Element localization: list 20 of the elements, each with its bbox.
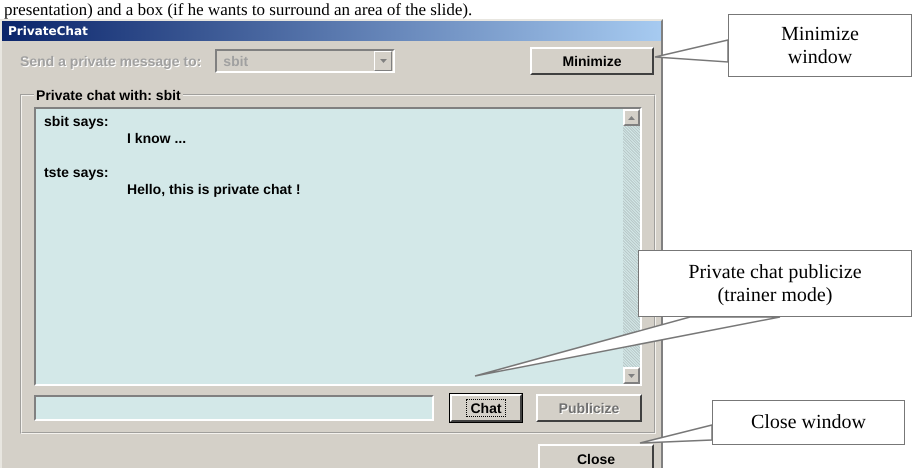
message-text: I know ...: [126, 130, 186, 147]
message-input[interactable]: [34, 395, 434, 421]
message-sender: sbit says:: [44, 113, 110, 130]
group-title: Private chat with: sbit: [35, 87, 182, 103]
message-sender: tste says:: [44, 164, 110, 181]
scroll-down-button[interactable]: [623, 367, 640, 384]
down-arrow-icon: [628, 374, 635, 378]
chat-button[interactable]: Chat: [450, 394, 522, 422]
message-text: Hello, this is private chat !: [126, 181, 300, 198]
scrollbar[interactable]: [623, 109, 640, 384]
document-text: presentation) and a box (if he wants to surround an area of the slide).: [3, 0, 472, 19]
minimize-button[interactable]: Minimize: [530, 47, 654, 75]
callout-note: Close window: [712, 400, 905, 445]
down-arrow-icon: [380, 59, 387, 63]
scroll-up-button[interactable]: [623, 109, 640, 126]
up-arrow-icon: [628, 116, 635, 120]
callout-note: Private chat publicize (trainer mode): [638, 250, 912, 317]
window-title: PrivateChat: [8, 24, 88, 38]
callout-note: Minimize window: [728, 14, 912, 77]
close-button[interactable]: Close: [538, 444, 654, 468]
